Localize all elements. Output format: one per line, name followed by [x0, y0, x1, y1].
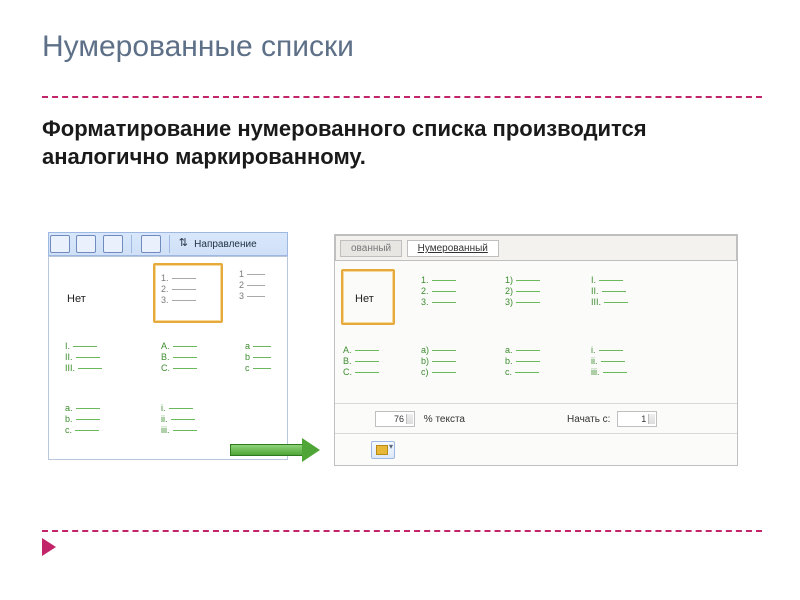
start-at-label: Начать с:	[567, 414, 610, 425]
bullets-icon[interactable]	[50, 235, 70, 253]
gallery-cell[interactable]: a. b. c.	[65, 403, 100, 436]
gallery-cell[interactable]: 1. 2. 3.	[421, 275, 456, 308]
slide-body-text: Форматирование нумерованного списка прои…	[42, 115, 742, 170]
gallery-cell[interactable]: I. II. III.	[591, 275, 628, 308]
tab-bulleted[interactable]: ованный	[340, 240, 402, 257]
word-ribbon-fragment: ⇅ Направление	[48, 232, 288, 256]
textdir-icon[interactable]: ⇅	[179, 236, 189, 252]
gallery-cell[interactable]: I. II. III.	[65, 341, 102, 374]
gallery-cell[interactable]: i. ii. iii.	[591, 345, 627, 378]
divider-top	[42, 96, 762, 98]
ribbon-group-label: Направление	[194, 239, 256, 250]
slide-marker-icon	[42, 538, 56, 556]
gallery-cell[interactable]: a b c	[245, 341, 271, 374]
numbering-icon[interactable]	[76, 235, 96, 253]
text-percent-input[interactable]: 76	[375, 411, 415, 427]
numbering-gallery-left: Нет 1. 2. 3. 1 2 3 I. II. III. A. B. C. …	[48, 256, 288, 460]
divider-bottom	[42, 530, 762, 532]
gallery-cell[interactable]: 1) 2) 3)	[505, 275, 540, 308]
none-option-left[interactable]: Нет	[67, 293, 86, 305]
gallery-cell[interactable]: a) b) c)	[421, 345, 456, 378]
gallery-cell[interactable]: A. B. C.	[343, 345, 379, 378]
tab-numbered[interactable]: Нумерованный	[407, 240, 499, 257]
none-option-right[interactable]: Нет	[341, 269, 395, 325]
gallery-cell[interactable]: 1 2 3	[239, 269, 289, 302]
start-at-input[interactable]: 1	[617, 411, 657, 427]
gallery-cell-selected[interactable]: 1. 2. 3.	[153, 263, 223, 323]
slide-title: Нумерованные списки	[42, 30, 354, 64]
multilevel-icon[interactable]	[103, 235, 123, 253]
color-picker-button[interactable]	[371, 441, 395, 459]
gallery-cell[interactable]: i. ii. iii.	[161, 403, 197, 436]
text-percent-label: % текста	[424, 414, 465, 425]
gallery-cell[interactable]: A. B. C.	[161, 341, 197, 374]
arrow-icon	[230, 438, 322, 462]
gallery-cell[interactable]: a. b. c.	[505, 345, 540, 378]
linespacing-icon[interactable]	[141, 235, 161, 253]
numbering-dialog-right: ованный Нумерованный Нет 1. 2. 3. 1) 2) …	[334, 234, 738, 466]
